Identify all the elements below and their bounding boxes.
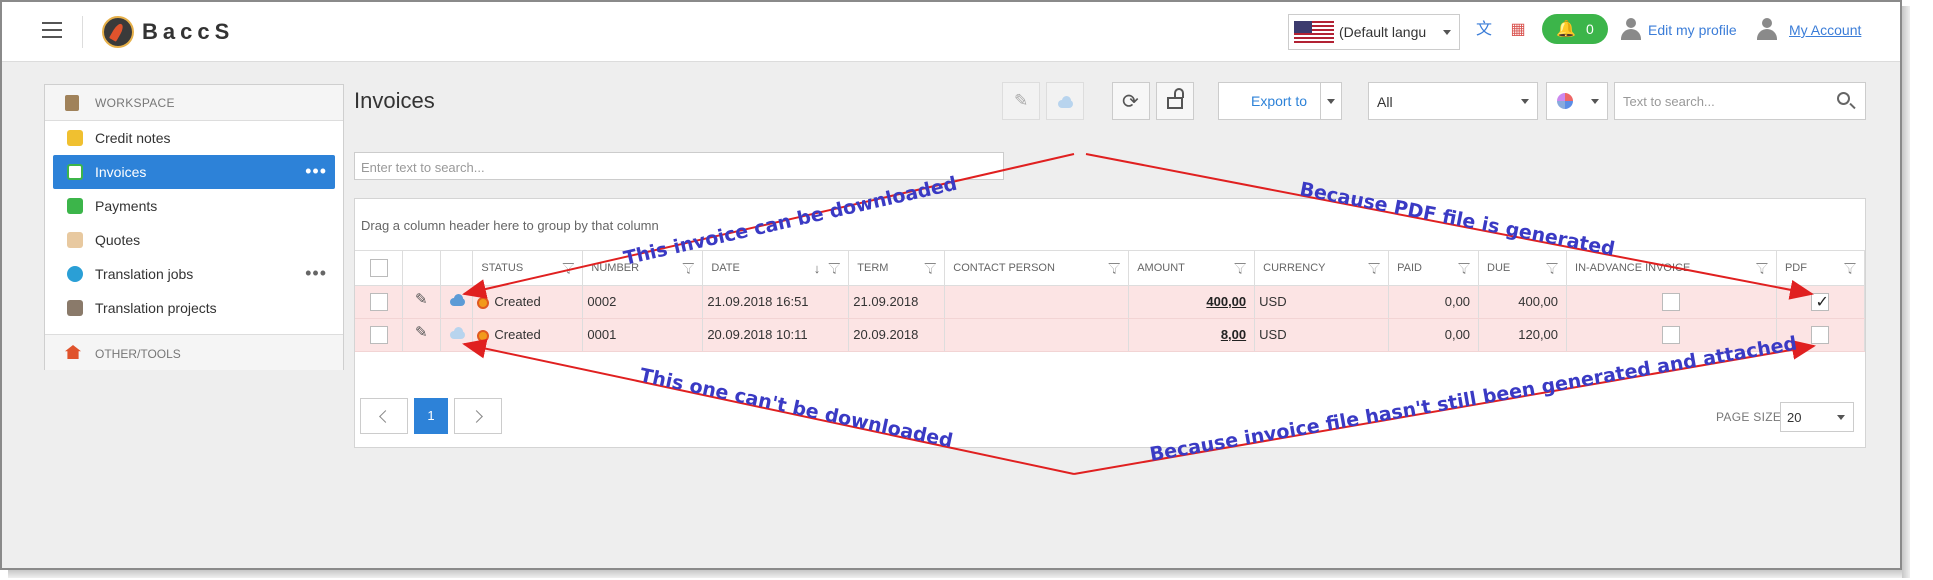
window-shadow-right — [1902, 6, 1910, 578]
window-shadow-bottom — [8, 570, 1904, 578]
app-window: BaccS (Default langu 文 ▦ 🔔 0 Edit my pro… — [0, 0, 1902, 570]
annotation-arrows — [462, 153, 1816, 475]
